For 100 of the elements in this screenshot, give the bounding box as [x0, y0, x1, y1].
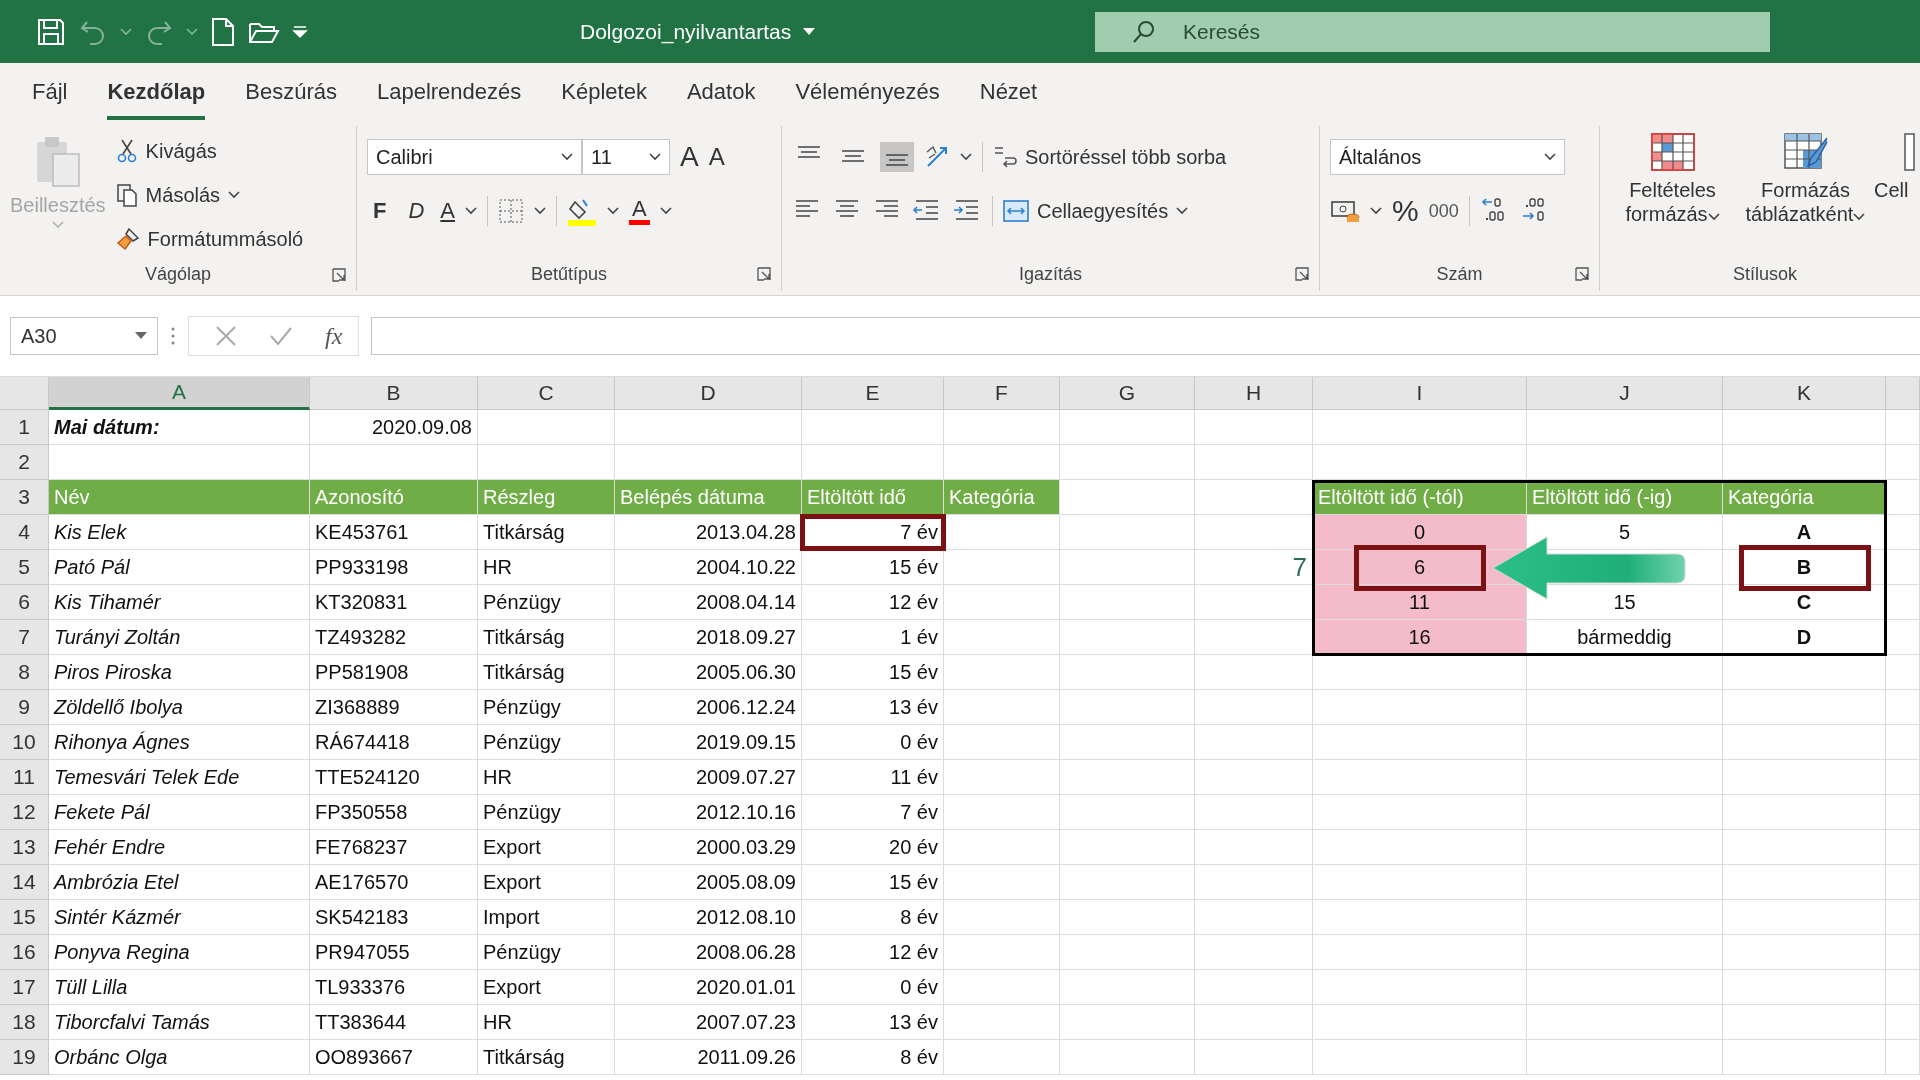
- check-icon[interactable]: [269, 325, 293, 347]
- ribbon-tab[interactable]: Beszúrás: [245, 63, 337, 120]
- caret-icon[interactable]: [649, 153, 661, 161]
- dialog-launcher-icon[interactable]: [757, 267, 771, 281]
- column-header[interactable]: B: [310, 377, 478, 410]
- row-header[interactable]: 2: [0, 445, 49, 480]
- column-header[interactable]: I: [1313, 377, 1527, 410]
- format-painter-button[interactable]: Formátummásoló: [115, 220, 304, 258]
- dialog-launcher-icon[interactable]: [332, 268, 346, 282]
- dialog-launcher-icon[interactable]: [1575, 267, 1589, 281]
- bottom-align-icon[interactable]: [880, 142, 914, 172]
- caret-icon[interactable]: [1370, 207, 1382, 215]
- row-header[interactable]: 12: [0, 795, 49, 830]
- row-header[interactable]: 3: [0, 480, 49, 515]
- caret-icon[interactable]: [1176, 207, 1189, 215]
- conditional-formatting-button[interactable]: Feltételes formázás: [1610, 132, 1735, 226]
- caret-icon[interactable]: [534, 207, 547, 215]
- column-header[interactable]: E: [802, 377, 944, 410]
- ribbon-tab[interactable]: Nézet: [979, 63, 1038, 120]
- cut-button[interactable]: Kivágás: [115, 132, 304, 170]
- table-cell: Export: [478, 830, 615, 865]
- column-header[interactable]: K: [1723, 377, 1886, 410]
- underline-button[interactable]: A: [440, 200, 456, 222]
- table-cell: Temesvári Telek Ede: [49, 760, 310, 795]
- bold-button[interactable]: F: [367, 200, 393, 222]
- decrease-font-size-button[interactable]: A: [708, 145, 725, 169]
- column-header[interactable]: H: [1195, 377, 1313, 410]
- table-cell: 12 év: [802, 935, 944, 970]
- name-box[interactable]: A30: [10, 317, 158, 355]
- ribbon-tab[interactable]: Lapelrendezés: [376, 63, 522, 120]
- formula-input[interactable]: [371, 317, 1920, 355]
- merge-button[interactable]: Cellaegyesítés: [1003, 192, 1189, 230]
- caret-icon[interactable]: [607, 207, 620, 215]
- row-header[interactable]: 19: [0, 1040, 49, 1075]
- row-header[interactable]: 5: [0, 550, 49, 585]
- row-header[interactable]: 7: [0, 620, 49, 655]
- font-name-dropdown[interactable]: Calibri: [367, 139, 582, 175]
- ribbon-tab[interactable]: Fájl: [32, 63, 68, 120]
- font-color-button[interactable]: A: [629, 197, 650, 225]
- customize-icon[interactable]: [292, 23, 308, 40]
- wrap-text-button[interactable]: Sortöréssel több sorba: [993, 138, 1227, 176]
- group-label: Szám: [1436, 263, 1483, 285]
- table-cell: FP350558: [310, 795, 478, 830]
- increase-font-size-button[interactable]: A: [680, 143, 699, 171]
- row-header[interactable]: 8: [0, 655, 49, 690]
- table-cell: Mai dátum:: [49, 410, 310, 445]
- thousands-separator-button[interactable]: 000: [1428, 202, 1459, 220]
- save-icon[interactable]: [36, 16, 66, 47]
- caret-icon[interactable]: [1853, 213, 1866, 221]
- header-cell: Eltöltött idő: [802, 480, 944, 515]
- italic-button[interactable]: D: [402, 200, 431, 222]
- copy-button[interactable]: Másolás: [115, 176, 304, 214]
- row-header[interactable]: 1: [0, 410, 49, 445]
- caret-icon[interactable]: [960, 153, 972, 161]
- row-header[interactable]: 6: [0, 585, 49, 620]
- ribbon-tab[interactable]: Véleményezés: [795, 63, 940, 120]
- empty-cell: [1886, 445, 1920, 480]
- ribbon-tab[interactable]: Képletek: [561, 63, 647, 120]
- number-format-dropdown[interactable]: Általános: [1330, 139, 1565, 175]
- more-options-icon[interactable]: [170, 326, 176, 346]
- format-as-table-button[interactable]: Formázás táblázatként: [1743, 132, 1868, 226]
- ribbon-tab[interactable]: Adatok: [686, 63, 756, 120]
- row-header[interactable]: 18: [0, 1005, 49, 1040]
- row-header[interactable]: 15: [0, 900, 49, 935]
- insert-function-button[interactable]: fx: [325, 322, 343, 350]
- row-header[interactable]: 10: [0, 725, 49, 760]
- dialog-launcher-icon[interactable]: [1295, 267, 1309, 281]
- column-header[interactable]: C: [478, 377, 615, 410]
- search-field[interactable]: Keresés: [1095, 11, 1770, 52]
- cell-styles-button[interactable]: Cell: [1874, 132, 1914, 202]
- column-header[interactable]: G: [1060, 377, 1195, 410]
- column-header[interactable]: A: [49, 377, 310, 410]
- row-header[interactable]: 11: [0, 760, 49, 795]
- caret-icon[interactable]: [561, 153, 573, 161]
- caret-icon[interactable]: [1707, 213, 1720, 221]
- table-cell: Export: [478, 970, 615, 1005]
- column-header[interactable]: D: [615, 377, 802, 410]
- row-header[interactable]: 9: [0, 690, 49, 725]
- row-header[interactable]: 13: [0, 830, 49, 865]
- column-header[interactable]: F: [944, 377, 1060, 410]
- table-cell: 2012.08.10: [615, 900, 802, 935]
- group-label: Igazítás: [1018, 263, 1082, 285]
- row-header[interactable]: 16: [0, 935, 49, 970]
- new-document-icon[interactable]: [210, 16, 236, 47]
- row-header[interactable]: 4: [0, 515, 49, 550]
- caret-icon[interactable]: [228, 191, 241, 199]
- header-cell: Azonosító: [310, 480, 478, 515]
- table-cell: HR: [478, 760, 615, 795]
- table-cell: Titkárság: [478, 1040, 615, 1075]
- accounting-format-icon[interactable]: [1330, 198, 1360, 224]
- percent-button[interactable]: %: [1392, 196, 1419, 226]
- caret-icon[interactable]: [1544, 153, 1556, 161]
- caret-icon[interactable]: [465, 207, 478, 215]
- file-name[interactable]: Dolgozoi_nyilvantartas: [580, 19, 792, 44]
- font-size-dropdown[interactable]: 11: [582, 139, 670, 175]
- row-header[interactable]: 17: [0, 970, 49, 1005]
- empty-cell: [1886, 585, 1920, 620]
- caret-icon[interactable]: [659, 207, 672, 215]
- column-header[interactable]: J: [1527, 377, 1723, 410]
- row-header[interactable]: 14: [0, 865, 49, 900]
